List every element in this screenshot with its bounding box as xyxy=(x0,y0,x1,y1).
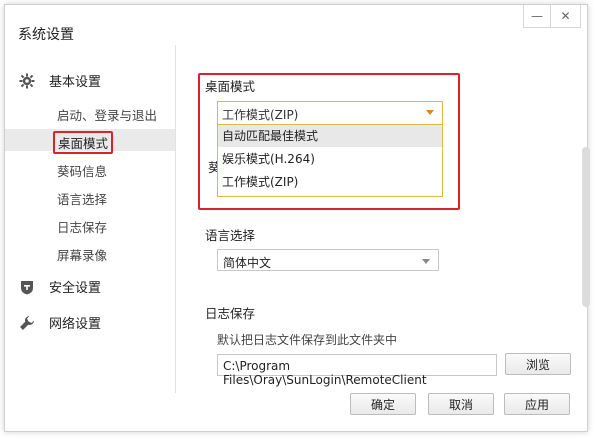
log-title: 日志保存 xyxy=(205,306,256,321)
language-selected-value: 简体中文 xyxy=(223,256,272,270)
apply-button[interactable]: 应用 xyxy=(504,393,570,415)
window-controls: — ✕ xyxy=(523,5,581,28)
close-button[interactable]: ✕ xyxy=(550,5,580,27)
settings-window: 系统设置 — ✕ 基本设置 启动、登录与退出 桌面模式 葵码信息 语言选择 日志… xyxy=(4,4,590,432)
sidebar-item-desktop-mode[interactable]: 桌面模式 xyxy=(53,131,114,154)
sidebar-item-startup[interactable]: 启动、登录与退出 xyxy=(57,105,157,124)
log-path-input[interactable]: C:\Program Files\Oray\SunLogin\RemoteCli… xyxy=(217,354,497,387)
sidebar-group-label: 安全设置 xyxy=(49,281,102,296)
gear-icon xyxy=(19,73,35,89)
window-title: 系统设置 xyxy=(18,27,74,43)
shield-icon xyxy=(19,279,35,295)
scrollbar[interactable] xyxy=(582,147,590,307)
sidebar-group-label: 基本设置 xyxy=(49,75,102,90)
sidebar-group-label: 网络设置 xyxy=(49,317,102,332)
sidebar-group-security[interactable]: 安全设置 xyxy=(19,277,101,296)
sidebar-group-network[interactable]: 网络设置 xyxy=(19,313,101,332)
cancel-button[interactable]: 取消 xyxy=(428,393,494,415)
chevron-down-icon[interactable] xyxy=(422,259,430,264)
log-description: 默认把日志文件保存到此文件夹中 xyxy=(217,333,398,347)
annotation-highlight-box xyxy=(198,73,460,210)
sidebar-item-language[interactable]: 语言选择 xyxy=(57,189,107,208)
minimize-button[interactable]: — xyxy=(524,5,550,27)
title-bar: 系统设置 — ✕ xyxy=(5,5,587,45)
log-path-value: C:\Program Files\Oray\SunLogin\RemoteCli… xyxy=(223,359,427,387)
sidebar-item-screen-record[interactable]: 屏幕录像 xyxy=(57,245,107,264)
sidebar-item-log[interactable]: 日志保存 xyxy=(57,217,107,236)
ok-button[interactable]: 确定 xyxy=(350,393,416,415)
wrench-icon xyxy=(19,315,35,331)
language-select[interactable]: 简体中文 xyxy=(217,249,439,271)
sidebar-divider xyxy=(175,45,176,393)
language-title: 语言选择 xyxy=(205,228,256,243)
sidebar-group-basic[interactable]: 基本设置 xyxy=(19,71,101,90)
sidebar: 基本设置 启动、登录与退出 桌面模式 葵码信息 语言选择 日志保存 屏幕录像 安… xyxy=(5,51,175,387)
browse-button[interactable]: 浏览 xyxy=(505,353,571,375)
sidebar-item-kuima-info[interactable]: 葵码信息 xyxy=(57,161,107,180)
